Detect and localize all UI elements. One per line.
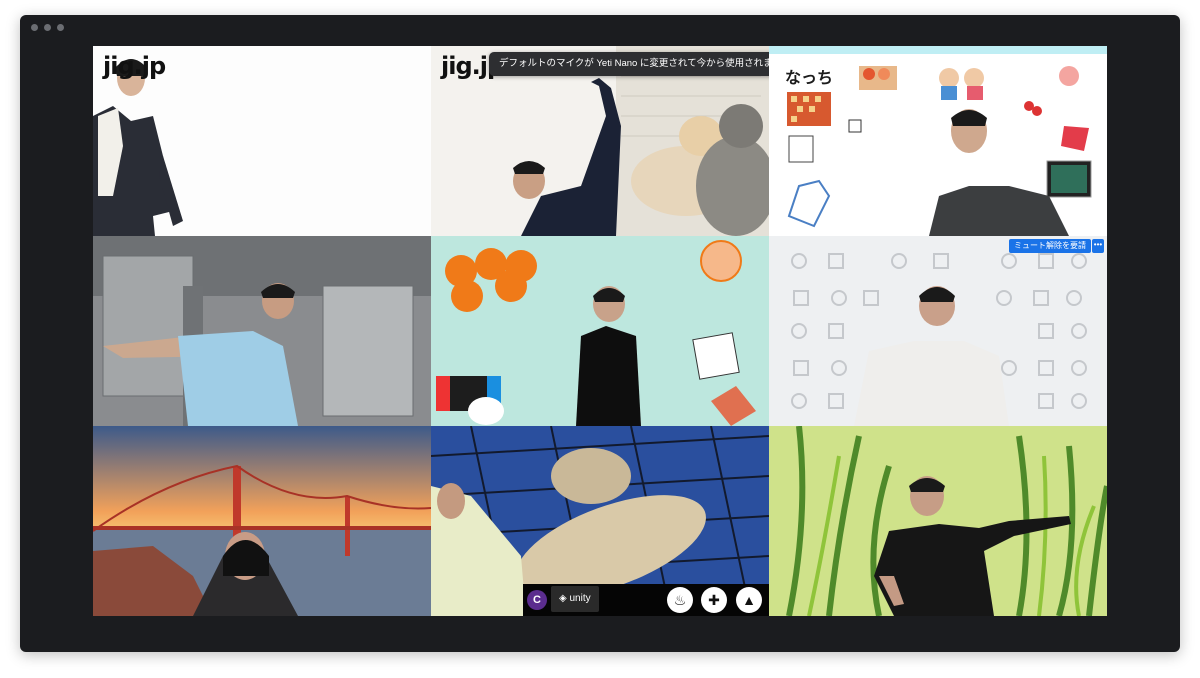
gamepad-icon: ✚ [701, 587, 727, 613]
participant-tile-9[interactable] [769, 426, 1107, 616]
video-feed [769, 236, 1107, 426]
window-control-dot[interactable] [44, 24, 51, 31]
window-control-dot[interactable] [31, 24, 38, 31]
window-control-dot[interactable] [57, 24, 64, 31]
window-controls [31, 24, 64, 31]
video-feed [93, 426, 431, 616]
c-badge-icon: C [527, 590, 547, 610]
request-unmute-button[interactable]: ミュート解除を要請 [1009, 239, 1091, 253]
participant-tile-1[interactable]: jig.jp [93, 46, 431, 236]
unity-label: unity [569, 593, 591, 604]
unity-badge: ◈ unity [551, 586, 599, 612]
participant-tile-2[interactable]: jig.jp デフォルトのマイクが Yeti Nano に変更されて今から使用さ… [431, 46, 769, 236]
participant-tile-8[interactable]: C ◈ unity ♨ ✚ ▲ [431, 426, 769, 616]
participant-tile-4[interactable] [93, 236, 431, 426]
participant-tile-5[interactable] [431, 236, 769, 426]
participant-tile-7[interactable] [93, 426, 431, 616]
unity-icon: ◈ [559, 593, 570, 604]
participant-tile-6[interactable]: ミュート解除を要請 ••• [769, 236, 1107, 426]
grill-icon: ♨ [667, 587, 693, 613]
video-feed [431, 236, 769, 426]
mic-change-notification: デフォルトのマイクが Yeti Nano に変更されて今から使用されます。 [489, 52, 769, 76]
shuttlecock-icon: ▲ [736, 587, 762, 613]
company-logo: jig.jp [103, 52, 166, 80]
meeting-window: jig.jp jig.jp デフォルトのマイクが Yeti Nano に変更され… [20, 15, 1180, 652]
video-feed [93, 236, 431, 426]
participant-tile-3[interactable]: なっち [769, 46, 1107, 236]
video-grid: jig.jp jig.jp デフォルトのマイクが Yeti Nano に変更され… [93, 46, 1107, 616]
video-feed [769, 426, 1107, 616]
more-options-button[interactable]: ••• [1092, 239, 1104, 253]
participant-label: なっち [785, 70, 834, 87]
